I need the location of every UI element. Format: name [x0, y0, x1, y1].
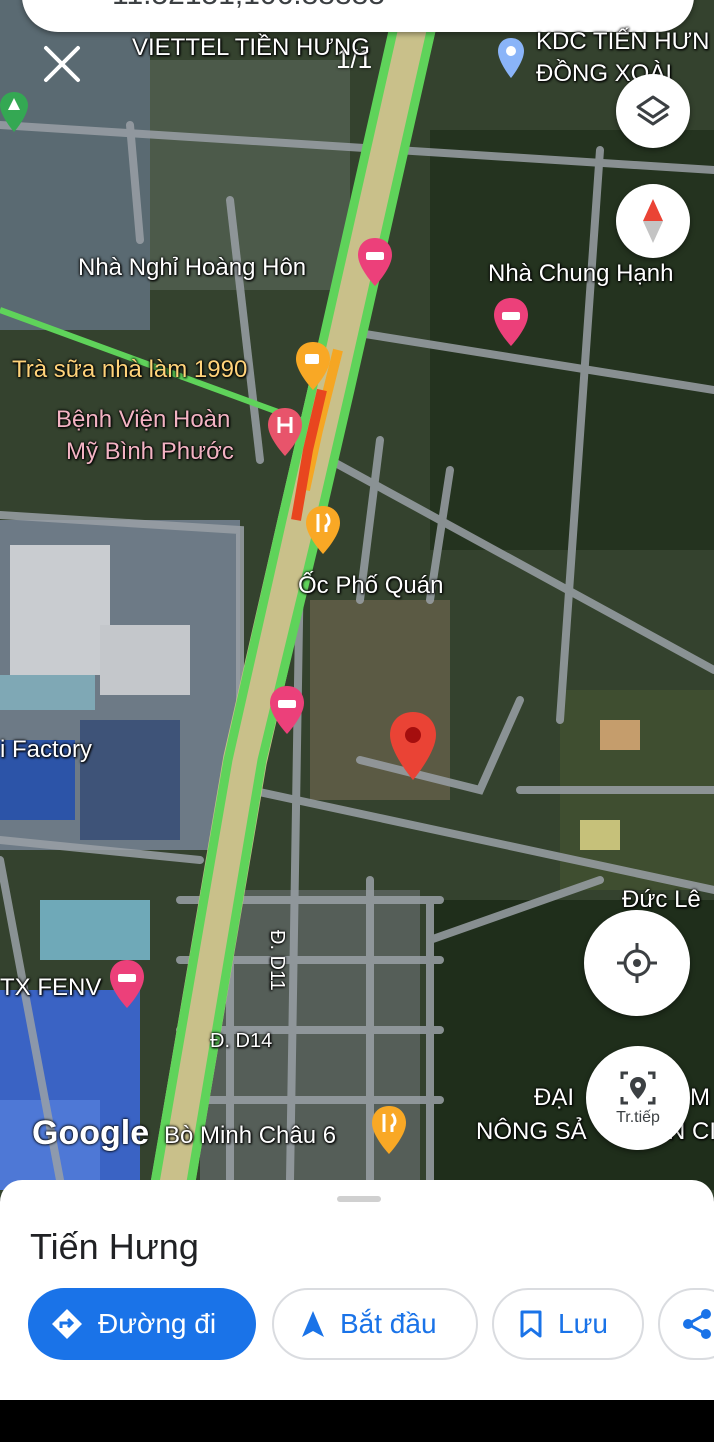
label-tra-sua[interactable]: Trà sữa nhà làm 1990: [12, 356, 247, 384]
label-fenv[interactable]: TX FENV: [0, 974, 101, 1002]
hotel-pin-icon[interactable]: [268, 684, 306, 736]
dropped-pin-icon[interactable]: [388, 710, 438, 782]
live-view-button[interactable]: Tr.tiếp: [586, 1046, 690, 1150]
label-d11: Đ. D11: [266, 930, 288, 991]
label-nha-nghi[interactable]: Nhà Nghỉ Hoàng Hôn: [78, 254, 306, 282]
close-icon[interactable]: [38, 40, 86, 88]
label-benh-vien-1[interactable]: Bệnh Viện Hoàn: [56, 406, 230, 434]
restaurant-pin-icon[interactable]: [304, 504, 342, 556]
hotel-pin-icon[interactable]: [108, 958, 146, 1010]
live-view-label: Tr.tiếp: [616, 1109, 660, 1126]
start-label: Bắt đầu: [340, 1308, 437, 1339]
directions-button[interactable]: Đường đi: [28, 1288, 256, 1360]
my-location-icon: [617, 943, 657, 983]
park-pin-icon[interactable]: [0, 90, 28, 134]
label-dai-m: M: [690, 1084, 710, 1111]
hospital-pin-icon[interactable]: [266, 406, 304, 458]
label-nong-san: NÔNG SẢ: [476, 1118, 587, 1145]
bottom-sheet[interactable]: Tiến Hưng Đường đi Bắt đầu Lưu: [0, 1180, 714, 1400]
label-viettel[interactable]: VIETTEL TIỀN HƯNG: [132, 34, 370, 62]
satellite-imagery: [0, 0, 714, 1200]
my-location-button[interactable]: [584, 910, 690, 1016]
directions-label: Đường đi: [98, 1308, 217, 1339]
save-label: Lưu: [558, 1308, 608, 1339]
directions-icon: [52, 1309, 82, 1339]
hotel-pin-icon[interactable]: [492, 296, 530, 348]
label-oc-pho[interactable]: Ốc Phố Quán: [298, 572, 443, 600]
label-kdc-line1[interactable]: KDC TIẾN HƯN: [536, 28, 709, 56]
google-logo: Google: [32, 1114, 150, 1152]
share-icon: [683, 1309, 711, 1339]
place-pin-icon[interactable]: [496, 36, 526, 80]
system-nav-bar: [0, 1400, 714, 1442]
cafe-pin-icon[interactable]: [294, 340, 332, 392]
start-button[interactable]: Bắt đầu: [272, 1288, 478, 1360]
map-view[interactable]: 11.52151,106.88885 1/1 VIETTEL TIỀN HƯNG…: [0, 0, 714, 1200]
label-benh-vien-2[interactable]: Mỹ Bình Phước: [66, 438, 234, 466]
compass-icon: [643, 199, 663, 243]
navigation-arrow-icon: [302, 1311, 324, 1337]
compass-button[interactable]: [616, 184, 690, 258]
label-d14: Đ. D14: [210, 1030, 273, 1052]
search-query[interactable]: 11.52151,106.88885: [112, 0, 385, 12]
restaurant-pin-icon[interactable]: [370, 1104, 408, 1156]
save-button[interactable]: Lưu: [492, 1288, 644, 1360]
place-title: Tiến Hưng: [30, 1226, 199, 1267]
live-view-icon: [620, 1071, 656, 1105]
share-button[interactable]: [658, 1288, 714, 1360]
layers-button[interactable]: [616, 74, 690, 148]
hotel-pin-icon[interactable]: [356, 236, 394, 288]
label-nha-chung[interactable]: Nhà Chung Hạnh: [488, 260, 673, 288]
bookmark-icon: [520, 1310, 542, 1338]
sheet-drag-handle[interactable]: [337, 1196, 381, 1202]
layers-icon: [636, 95, 670, 126]
label-bo-minh[interactable]: Bò Minh Châu 6: [164, 1122, 336, 1150]
label-factory[interactable]: i Factory: [0, 736, 92, 764]
label-dai: ĐẠI: [534, 1084, 575, 1111]
